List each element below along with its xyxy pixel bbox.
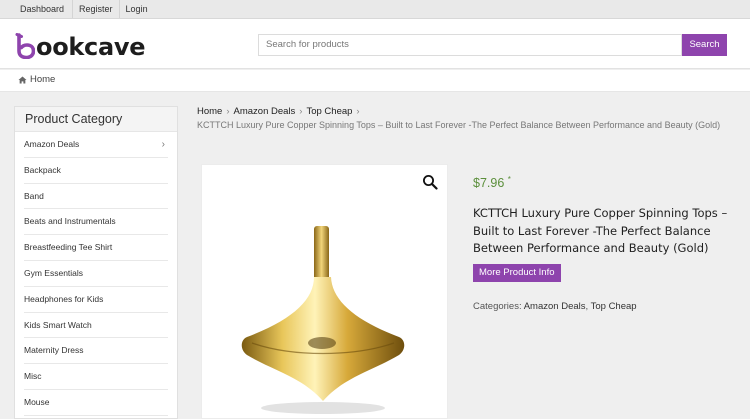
home-link[interactable]: Home: [18, 74, 55, 85]
spinning-top-image: [241, 226, 405, 414]
sidebar-item-backpack[interactable]: Backpack: [24, 158, 168, 184]
home-bar: Home: [0, 70, 750, 92]
product-title: KCTTCH Luxury Pure Copper Spinning Tops …: [473, 206, 728, 255]
product-category-sidebar: Product Category Amazon Deals › Backpack…: [14, 106, 178, 419]
breadcrumb-home[interactable]: Home: [197, 106, 222, 117]
sidebar-item-label: Mouse: [24, 396, 50, 407]
zoom-icon[interactable]: [422, 174, 438, 190]
dashboard-link[interactable]: Dashboard: [0, 0, 72, 18]
price-mark: *: [507, 175, 511, 184]
sidebar-item-mouse[interactable]: Mouse: [24, 390, 168, 416]
logo-text: ookcave: [36, 33, 146, 61]
sidebar-item-label: Breastfeeding Tee Shirt: [24, 242, 113, 253]
breadcrumb-separator: ›: [226, 106, 230, 117]
sidebar-item-label: Backpack: [24, 164, 61, 175]
categories-separator: ,: [585, 301, 589, 312]
sidebar-title: Product Category: [15, 107, 177, 132]
logo-b-icon: [15, 33, 35, 59]
product-categories: Categories: Amazon Deals, Top Cheap: [473, 301, 637, 312]
sidebar-item-amazon-deals[interactable]: Amazon Deals ›: [24, 132, 168, 158]
home-label: Home: [30, 74, 56, 85]
top-bar: Dashboard Register Login: [0, 0, 750, 19]
sidebar-item-label: Gym Essentials: [24, 267, 84, 278]
sidebar-item-label: Maternity Dress: [24, 345, 84, 356]
sidebar-item-misc[interactable]: Misc: [24, 364, 168, 390]
search-button[interactable]: Search: [682, 34, 727, 56]
sidebar-item-beats[interactable]: Beats and Instrumentals: [24, 209, 168, 236]
sidebar-item-label: Beats and Instrumentals: [24, 216, 116, 227]
login-link[interactable]: Login: [118, 0, 154, 18]
category-link-amazon-deals[interactable]: Amazon Deals: [524, 301, 586, 312]
register-link[interactable]: Register: [72, 0, 119, 18]
product-image[interactable]: [201, 164, 448, 419]
sidebar-item-label: Kids Smart Watch: [24, 319, 92, 330]
site-header: ookcave Search for products Search: [0, 19, 750, 69]
sidebar-item-label: Amazon Deals: [24, 139, 80, 149]
sidebar-item-kids-smart-watch[interactable]: Kids Smart Watch: [24, 313, 168, 339]
price-value: $7.96: [473, 176, 505, 191]
sidebar-item-label: Band: [24, 190, 44, 201]
sidebar-item-breastfeeding-tee[interactable]: Breastfeeding Tee Shirt: [24, 235, 168, 261]
sidebar-item-label: Headphones for Kids: [24, 293, 104, 304]
breadcrumb-top-cheap[interactable]: Top Cheap: [306, 106, 352, 117]
categories-label: Categories:: [473, 301, 522, 312]
breadcrumb-separator: ›: [299, 106, 303, 117]
search-input[interactable]: Search for products: [258, 34, 682, 56]
sidebar-item-headphones-kids[interactable]: Headphones for Kids: [24, 287, 168, 313]
breadcrumb-separator: ›: [356, 106, 360, 117]
category-link-top-cheap[interactable]: Top Cheap: [591, 301, 637, 312]
chevron-right-icon[interactable]: ›: [162, 132, 165, 157]
more-product-info-button[interactable]: More Product Info: [473, 264, 561, 282]
product-price: $7.96 *: [473, 175, 511, 190]
breadcrumb: Home › Amazon Deals › Top Cheap ›: [197, 106, 364, 117]
logo[interactable]: ookcave: [14, 27, 145, 59]
sidebar-item-maternity-dress[interactable]: Maternity Dress: [24, 338, 168, 365]
sidebar-item-label: Misc: [24, 371, 42, 382]
sidebar-item-gym-essentials[interactable]: Gym Essentials: [24, 261, 168, 287]
sidebar-item-band[interactable]: Band: [24, 184, 168, 210]
home-icon: [18, 75, 27, 84]
breadcrumb-amazon-deals[interactable]: Amazon Deals: [234, 106, 296, 117]
breadcrumb-current: KCTTCH Luxury Pure Copper Spinning Tops …: [197, 120, 721, 130]
